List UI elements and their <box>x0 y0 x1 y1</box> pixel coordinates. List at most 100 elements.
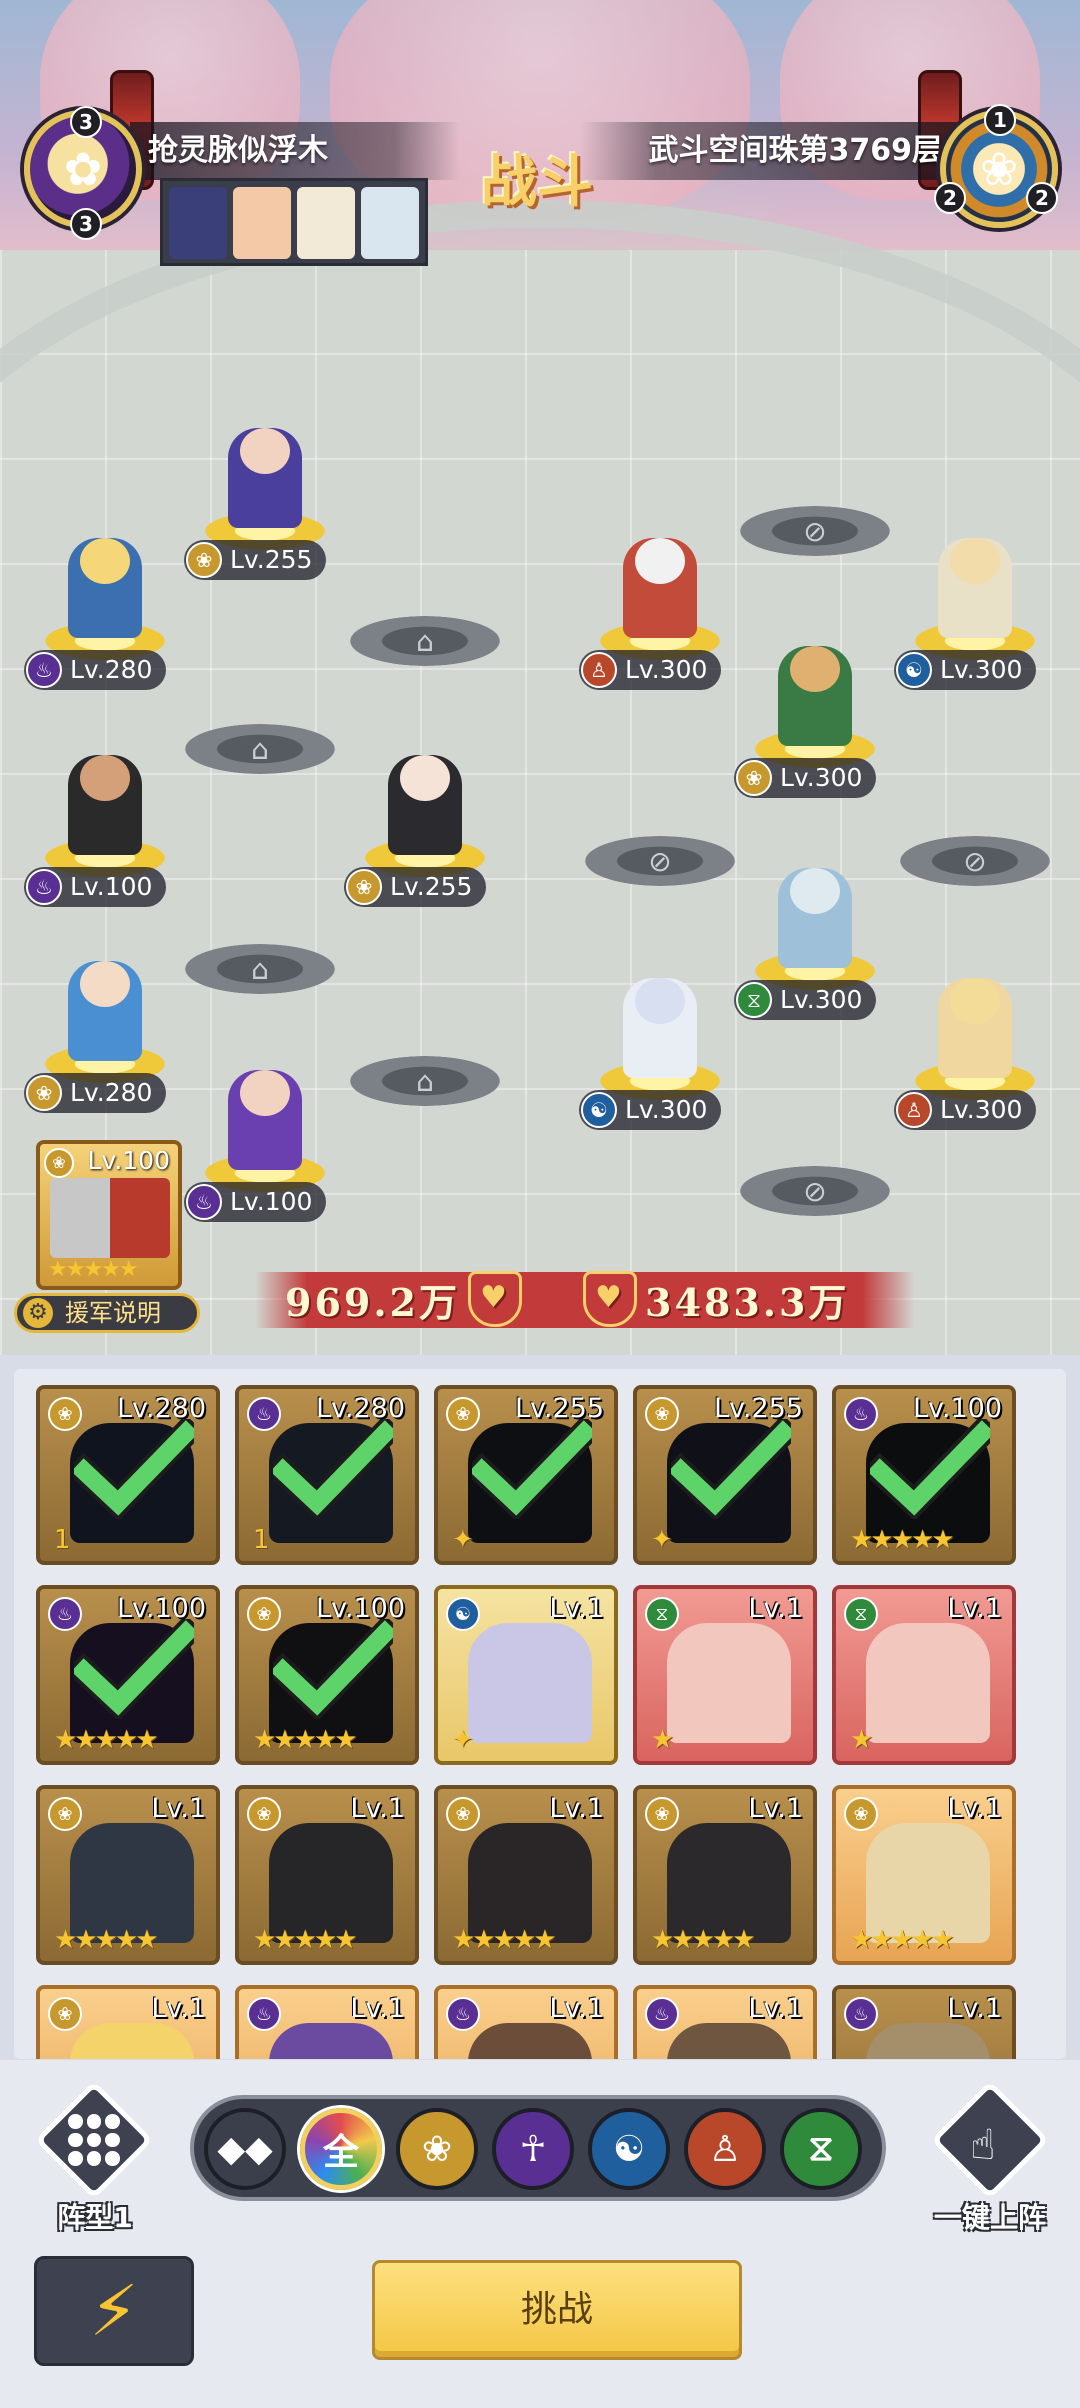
preview-portrait <box>169 187 227 259</box>
filter-lotus-button[interactable]: ❀ <box>396 2108 478 2190</box>
unit-level: Lv.300 <box>940 655 1023 684</box>
hero-card[interactable]: ⧖ Lv.1 ★ <box>633 1585 817 1765</box>
monk-icon: ♙ <box>581 652 617 688</box>
hero-card[interactable]: ♨ Lv.1 <box>434 1985 618 2059</box>
hero-card[interactable]: ❀ Lv.255 ✦ <box>434 1385 618 1565</box>
player-unit[interactable]: ♨ Lv.280 <box>24 520 180 690</box>
unit-sprite <box>228 428 302 528</box>
player-unit[interactable]: ❀ Lv.255 <box>344 737 500 907</box>
lotus-icon: ❀ <box>48 1997 82 2031</box>
unit-level: Lv.255 <box>390 872 473 901</box>
reinforcement-level: Lv.100 <box>87 1146 170 1175</box>
right-team-title: 武斗空间珠第3769层 <box>580 122 960 180</box>
hero-card[interactable]: ☯ Lv.1 ✦ <box>434 1585 618 1765</box>
player-unit[interactable]: ♨ Lv.100 <box>184 1052 340 1222</box>
enemy-unit[interactable]: ♙ Lv.300 <box>894 960 1050 1130</box>
roster-scroll-area[interactable]: ❀ Lv.280 1 ♨ Lv.280 1 ❀ Lv.255 ✦ ❀ Lv.255 ✦ ♨ Lv.100 ★… <box>14 1369 1066 2059</box>
wave-icon: ☯ <box>896 652 932 688</box>
unit-level: Lv.300 <box>940 1095 1023 1124</box>
unit-level: Lv.280 <box>70 655 153 684</box>
lotus-icon: ❀ <box>44 1148 74 1178</box>
hero-card[interactable]: ❀ Lv.1 <box>36 1985 220 2059</box>
blocked-icon: ⊘ <box>740 506 890 556</box>
unit-level-tag: ☯ Lv.300 <box>579 1090 722 1130</box>
hero-card[interactable]: ❀ Lv.280 1 <box>36 1385 220 1565</box>
hero-card[interactable]: ♨ Lv.1 <box>832 1985 1016 2059</box>
formation-dots <box>62 2108 126 2172</box>
hero-stars: ★★★★★ <box>253 1925 358 1955</box>
reinforcement-card[interactable]: ❀ Lv.100 ★★★★★ <box>36 1140 182 1290</box>
filter-monk-button[interactable]: ♙ <box>684 2108 766 2190</box>
hero-level: Lv.1 <box>549 1793 604 1824</box>
hero-stars: 1 <box>54 1525 70 1555</box>
hero-level: Lv.1 <box>947 1593 1002 1624</box>
one-key-deploy-button[interactable]: ☝ 一键上阵 <box>920 2080 1060 2240</box>
player-unit[interactable]: ❀ Lv.255 <box>184 410 340 580</box>
flame-icon: ♨ <box>645 1997 679 2031</box>
filter-swap-button[interactable]: ◆◆ <box>204 2108 286 2190</box>
hero-roster[interactable]: ❀ Lv.280 1 ♨ Lv.280 1 ❀ Lv.255 ✦ ❀ Lv.255 ✦ ♨ Lv.100 ★… <box>0 1355 1080 2060</box>
hero-card[interactable]: ♨ Lv.100 ★★★★★ <box>832 1385 1016 1565</box>
enemy-unit[interactable]: ❀ Lv.300 <box>734 628 890 798</box>
hero-card[interactable]: ⧖ Lv.1 ★ <box>832 1585 1016 1765</box>
enemy-team-preview[interactable] <box>160 178 428 266</box>
hero-level: Lv.1 <box>748 1593 803 1624</box>
enemy-unit[interactable]: ☯ Lv.300 <box>579 960 735 1130</box>
one-key-label: 一键上阵 <box>933 2201 1046 2234</box>
filter-flame-button[interactable]: ☥ <box>492 2108 574 2190</box>
unit-sprite <box>623 978 697 1078</box>
gear-icon: ⚙ <box>23 1298 53 1328</box>
filter-wave-button[interactable]: ☯ <box>588 2108 670 2190</box>
player-unit[interactable]: ♨ Lv.100 <box>24 737 180 907</box>
lock-icon: ⌂ <box>350 1056 500 1106</box>
player-power-value: 969.2万 <box>285 1279 460 1325</box>
wave-icon: ☯ <box>581 1092 617 1128</box>
hero-card[interactable]: ❀ Lv.100 ★★★★★ <box>235 1585 419 1765</box>
back-button[interactable]: ⚡ <box>34 2256 194 2366</box>
filter-all-button[interactable]: 全 <box>300 2108 382 2190</box>
right-count-top: 1 <box>984 104 1016 136</box>
player-unit[interactable]: ❀ Lv.280 <box>24 943 180 1113</box>
formation-button[interactable]: 阵型1 <box>30 2080 160 2240</box>
unit-level: Lv.300 <box>780 763 863 792</box>
hero-card[interactable]: ♨ Lv.280 1 <box>235 1385 419 1565</box>
flame-icon: ♨ <box>247 1997 281 2031</box>
hero-card[interactable]: ♨ Lv.100 ★★★★★ <box>36 1585 220 1765</box>
reinforcement-stars: ★★★★★ <box>48 1257 139 1282</box>
shield-icon: ♥ <box>583 1271 637 1327</box>
unit-level-tag: ♨ Lv.100 <box>184 1182 327 1222</box>
reinforcement-help-button[interactable]: ⚙ 援军说明 <box>14 1293 200 1333</box>
unit-sprite <box>68 961 142 1061</box>
hero-level: Lv.1 <box>549 1593 604 1624</box>
hero-card[interactable]: ❀ Lv.1 ★★★★★ <box>633 1785 817 1965</box>
left-count-bottom: 3 <box>70 208 102 240</box>
hero-card[interactable]: ❀ Lv.1 ★★★★★ <box>235 1785 419 1965</box>
lock-icon: ⌂ <box>350 616 500 666</box>
preview-portrait <box>233 187 291 259</box>
hero-card[interactable]: ❀ Lv.1 ★★★★★ <box>434 1785 618 1965</box>
unit-level: Lv.300 <box>780 985 863 1014</box>
blocked-icon: ⊘ <box>585 836 735 886</box>
unit-sprite <box>68 538 142 638</box>
unit-level-tag: ♨ Lv.100 <box>24 867 167 907</box>
filter-dna-button[interactable]: ⧖ <box>780 2108 862 2190</box>
hero-card[interactable]: ❀ Lv.255 ✦ <box>633 1385 817 1565</box>
lotus-icon: ❀ <box>48 1797 82 1831</box>
reinforcement-portrait <box>50 1178 170 1258</box>
hero-card[interactable]: ❀ Lv.1 ★★★★★ <box>36 1785 220 1965</box>
hero-card[interactable]: ❀ Lv.1 ★★★★★ <box>832 1785 1016 1965</box>
hero-card[interactable]: ♨ Lv.1 <box>633 1985 817 2059</box>
enemy-unit[interactable]: ⧖ Lv.300 <box>734 850 890 1020</box>
challenge-button[interactable]: 挑战 <box>372 2260 742 2360</box>
hero-portrait <box>667 2023 791 2059</box>
hero-stars: ★ <box>850 1725 873 1755</box>
unit-level-tag: ♙ Lv.300 <box>579 650 722 690</box>
hero-portrait <box>468 2023 592 2059</box>
hero-card[interactable]: ♨ Lv.1 <box>235 1985 419 2059</box>
hero-stars: 1 <box>253 1525 269 1555</box>
enemy-unit[interactable]: ☯ Lv.300 <box>894 520 1050 690</box>
hero-level: Lv.1 <box>748 1993 803 2024</box>
preview-portrait <box>297 187 355 259</box>
enemy-unit[interactable]: ♙ Lv.300 <box>579 520 735 690</box>
blocked-icon: ⊘ <box>900 836 1050 886</box>
